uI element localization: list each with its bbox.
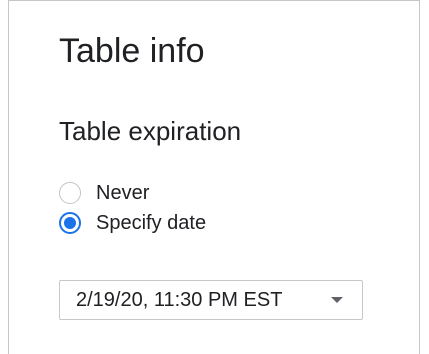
- specify-date-radio-label: Specify date: [96, 212, 207, 234]
- table-info-panel: Table info Table expiration Never Specif…: [8, 0, 420, 354]
- radio-option-specify-date[interactable]: Specify date: [59, 209, 206, 237]
- radio-option-never[interactable]: Never: [59, 179, 149, 207]
- specify-date-radio-button[interactable]: [59, 212, 81, 234]
- never-radio-label: Never: [96, 182, 150, 204]
- expiration-date-value: 2/19/20, 11:30 PM EST: [76, 289, 283, 311]
- never-radio-button[interactable]: [59, 182, 81, 204]
- table-expiration-heading: Table expiration: [59, 116, 242, 146]
- caret-down-icon: [331, 297, 343, 303]
- panel-title: Table info: [59, 32, 205, 70]
- expiration-date-dropdown[interactable]: 2/19/20, 11:30 PM EST: [59, 280, 363, 320]
